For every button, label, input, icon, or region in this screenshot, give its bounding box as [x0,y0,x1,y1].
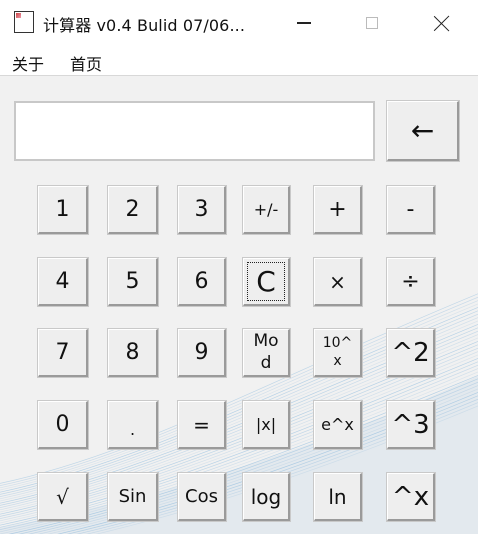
button-label: 7 [55,340,70,365]
button-label: 0 [55,412,70,437]
button-label: 8 [125,340,140,365]
button-label: × [329,269,346,294]
divide-button[interactable]: ÷ [386,257,436,307]
button-label: Sin [118,486,147,507]
maximize-button[interactable] [338,0,406,46]
close-icon [434,15,450,31]
button-label: Mo d [253,331,279,373]
backspace-label: ← [410,114,435,147]
button-label: 10^ x [322,335,353,369]
multiply-button[interactable]: × [313,257,363,307]
button-label: 2 [125,197,140,222]
button-label: e^x [321,415,354,434]
digit-0-button[interactable]: 0 [37,400,89,450]
maximize-icon [366,17,378,29]
calculator-app-icon [14,11,34,33]
menu-item-about[interactable]: 关于 [12,51,44,75]
button-label: + [328,197,347,222]
button-label: 9 [194,340,209,365]
button-label: = [193,412,210,437]
digit-1-button[interactable]: 1 [37,185,89,235]
cube-button[interactable]: ^3 [386,400,436,450]
digit-2-button[interactable]: 2 [107,185,159,235]
digit-8-button[interactable]: 8 [107,328,159,378]
decimal-point-button[interactable]: . [107,400,159,450]
button-label: +/- [253,200,279,219]
button-label: 1 [55,197,70,222]
negate-button[interactable]: +/- [242,185,291,235]
logarithm-button[interactable]: log [242,472,291,522]
digit-7-button[interactable]: 7 [37,328,89,378]
button-label: 6 [194,269,209,294]
menu-item-home[interactable]: 首页 [70,51,102,75]
cosine-button[interactable]: Cos [177,472,227,522]
clear-button[interactable]: C [242,257,291,307]
button-label: 4 [55,269,70,294]
title-bar[interactable]: 计算器 v0.4 Bulid 07/06... [0,0,478,46]
button-label: 5 [125,269,140,294]
button-label: √ [56,484,69,509]
square-root-button[interactable]: √ [37,472,89,522]
button-label: ^2 [391,337,430,368]
result-display[interactable] [14,101,375,161]
minimize-button[interactable] [270,0,338,46]
square-button[interactable]: ^2 [386,328,436,378]
calculator-window: 计算器 v0.4 Bulid 07/06... 关于 首页 ← 1 2 3 +/… [0,0,478,534]
minimize-icon [297,22,311,24]
digit-9-button[interactable]: 9 [177,328,227,378]
window-title: 计算器 v0.4 Bulid 07/06... [43,16,246,35]
calculator-body: ← 1 2 3 +/- + - 4 5 6 C × ÷ 7 8 9 Mo d 1… [0,76,478,534]
close-button[interactable] [408,0,476,46]
button-label: ÷ [401,269,420,294]
equals-button[interactable]: = [177,400,227,450]
button-label: - [406,197,415,222]
power-x-button[interactable]: ^x [386,472,436,522]
button-label: Cos [185,486,218,507]
digit-5-button[interactable]: 5 [107,257,159,307]
modulo-button[interactable]: Mo d [242,328,291,378]
button-label: ^3 [391,409,430,440]
natural-log-button[interactable]: ln [313,472,363,522]
button-label: ln [328,484,347,509]
button-label: 3 [194,197,209,222]
subtract-button[interactable]: - [386,185,436,235]
button-label: |x| [255,415,277,434]
digit-6-button[interactable]: 6 [177,257,227,307]
exponential-button[interactable]: e^x [313,400,363,450]
digit-3-button[interactable]: 3 [177,185,227,235]
add-button[interactable]: + [313,185,363,235]
absolute-value-button[interactable]: |x| [242,400,291,450]
digit-4-button[interactable]: 4 [37,257,89,307]
menu-bar: 关于 首页 [0,46,478,76]
button-label: . [129,420,136,439]
button-label: C [256,265,276,298]
button-label: ^x [391,481,430,512]
button-label: log [250,484,282,509]
sine-button[interactable]: Sin [107,472,159,522]
backspace-button[interactable]: ← [386,100,460,162]
power-of-ten-button[interactable]: 10^ x [313,328,363,378]
